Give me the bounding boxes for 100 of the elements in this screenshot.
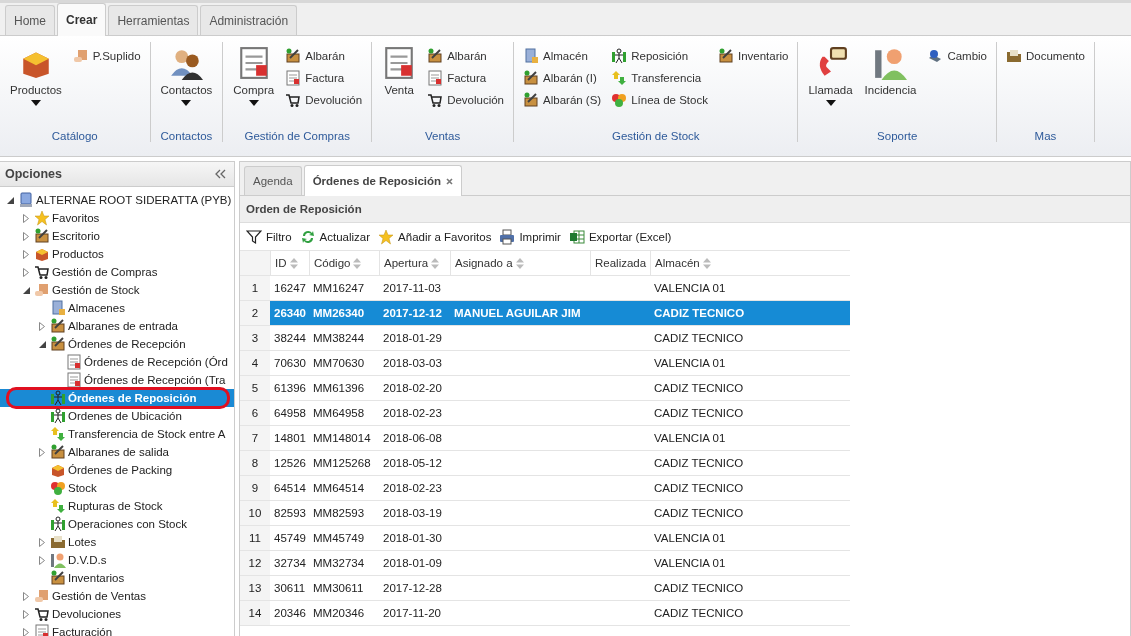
toolbar-button[interactable]: Exportar (Excel) [568,228,672,245]
ribbon-button[interactable]: P.Suplido [70,48,143,64]
tree-item[interactable]: Operaciones con Stock [0,515,234,533]
table-row[interactable]: 61396 MM61396 2018-02-20 CADIZ TECNICO [270,376,850,400]
close-icon[interactable] [446,177,454,185]
tree-item[interactable]: Almacenes [0,299,234,317]
sort-icon[interactable] [702,257,711,269]
content-tab[interactable]: Agenda [244,166,302,195]
column-header[interactable]: Realizada [590,251,650,275]
table-row[interactable]: 82593 MM82593 2018-03-19 CADIZ TECNICO [270,501,850,525]
sort-icon[interactable] [515,257,524,269]
tree-item[interactable]: Devoluciones [0,605,234,623]
tree-item[interactable]: Facturación [0,623,234,636]
collapsed-triangle-icon[interactable] [23,231,29,241]
toolbar-button[interactable]: Imprimir [499,228,561,245]
tree-item[interactable]: Órdenes de Recepción (Órd [0,353,234,371]
ribbon-tab[interactable]: Home [5,5,55,35]
tree-item[interactable]: Ordenes de Ubicación [0,407,234,425]
ribbon-large-button[interactable]: Compra [230,42,278,126]
ribbon-large-button[interactable]: Incidencia [861,42,920,126]
tree-item[interactable]: ALTERNAE ROOT SIDERATTA (PYB) [0,191,234,209]
collapse-button[interactable] [214,169,226,179]
content-tab[interactable]: Órdenes de Reposición [303,165,463,196]
tree-item[interactable]: Gestión de Compras [0,263,234,281]
ribbon-button[interactable]: Transferencia [609,70,710,86]
column-header[interactable]: Asignado a [450,251,590,275]
table-row[interactable]: 45749 MM45749 2018-01-30 VALENCIA 01 [270,526,850,550]
tree-item[interactable]: D.V.D.s [0,551,234,569]
expanded-triangle-icon[interactable] [22,286,30,294]
tree-item[interactable]: Gestión de Stock [0,281,234,299]
ribbon-tab[interactable]: Administración [200,5,298,35]
toolbar-button[interactable]: Actualizar [299,228,371,245]
collapsed-triangle-icon[interactable] [39,555,45,565]
tree-item[interactable]: Órdenes de Recepción (Tra [0,371,234,389]
table-row[interactable]: 12526 MM125268 2018-05-12 CADIZ TECNICO [270,451,850,475]
tree-item[interactable]: Gestión de Ventas [0,587,234,605]
tree-item[interactable]: Inventarios [0,569,234,587]
tree-item[interactable]: Lotes [0,533,234,551]
table-row[interactable]: 26340 MM26340 2017-12-12 MANUEL AGUILAR JIM CADIZ TECNICO [270,301,850,325]
toolbar-button[interactable]: Filtro [246,228,292,245]
expanded-triangle-icon[interactable] [38,340,46,348]
ribbon-button[interactable]: Devolución [283,92,365,108]
tree-item[interactable]: Transferencia de Stock entre A [0,425,234,443]
sort-icon[interactable] [353,257,362,269]
ribbon-button[interactable]: Albarán [425,48,507,64]
tree-item[interactable]: Stock [0,479,234,497]
ribbon-button[interactable]: Factura [425,70,507,86]
column-header[interactable]: Apertura [379,251,450,275]
collapsed-triangle-icon[interactable] [39,447,45,457]
ribbon-button[interactable]: Reposición [609,48,710,64]
ribbon-button[interactable]: Almacén [521,48,604,64]
ribbon-button[interactable]: Cambio [925,48,989,64]
collapsed-triangle-icon[interactable] [23,249,29,259]
tree-item[interactable]: Órdenes de Recepción [0,335,234,353]
ribbon-tab[interactable]: Herramientas [108,5,199,35]
tree-item[interactable]: Rupturas de Stock [0,497,234,515]
table-cell: MM20346 [313,607,365,619]
collapsed-triangle-icon[interactable] [23,609,29,619]
collapsed-triangle-icon[interactable] [23,213,29,223]
table-row[interactable]: 16247 MM16247 2017-11-03 VALENCIA 01 [270,276,850,300]
table-row[interactable]: 70630 MM70630 2018-03-03 VALENCIA 01 [270,351,850,375]
collapsed-triangle-icon[interactable] [39,321,45,331]
table-row[interactable]: 30611 MM30611 2017-12-28 CADIZ TECNICO [270,576,850,600]
ribbon-button[interactable]: Albarán [283,48,365,64]
collapsed-triangle-icon[interactable] [23,267,29,277]
tree-item[interactable]: Albaranes de salida [0,443,234,461]
ribbon-button[interactable]: Devolución [425,92,507,108]
ribbon-tab[interactable]: Crear [57,3,107,36]
ribbon-large-button[interactable]: Venta [379,42,420,126]
ribbon-button[interactable]: Inventario [715,48,791,64]
table-row[interactable]: 20346 MM20346 2017-11-20 CADIZ TECNICO [270,601,850,625]
ribbon-button[interactable]: Factura [283,70,365,86]
sort-icon[interactable] [431,257,440,269]
table-row[interactable]: 64514 MM64514 2018-02-23 CADIZ TECNICO [270,476,850,500]
ribbon-button[interactable]: Albarán (S) [521,92,604,108]
expanded-triangle-icon[interactable] [6,196,14,204]
column-header[interactable]: ID [270,251,309,275]
ribbon-large-button[interactable]: Llamada [805,42,856,126]
ribbon-button[interactable]: Albarán (I) [521,70,604,86]
tree-item[interactable]: Órdenes de Packing [0,461,234,479]
ribbon-button[interactable]: Documento [1004,48,1087,64]
toolbar-button[interactable]: Añadir a Favoritos [378,228,492,245]
ribbon-large-button[interactable]: Productos [7,42,65,126]
collapsed-triangle-icon[interactable] [23,627,29,636]
table-row[interactable]: 32734 MM32734 2018-01-09 VALENCIA 01 [270,551,850,575]
ribbon-large-button[interactable]: Contactos [157,42,216,126]
collapsed-triangle-icon[interactable] [39,537,45,547]
tree-item[interactable]: Órdenes de Reposición [0,389,234,407]
column-header[interactable]: Almacén [650,251,850,275]
table-row[interactable]: 14801 MM148014 2018-06-08 VALENCIA 01 [270,426,850,450]
tree-item[interactable]: Albaranes de entrada [0,317,234,335]
ribbon-button[interactable]: Línea de Stock [609,92,710,108]
collapsed-triangle-icon[interactable] [23,591,29,601]
tree-item[interactable]: Productos [0,245,234,263]
sort-icon[interactable] [289,257,298,269]
table-row[interactable]: 38244 MM38244 2018-01-29 CADIZ TECNICO [270,326,850,350]
tree-item[interactable]: Favoritos [0,209,234,227]
tree-item[interactable]: Escritorio [0,227,234,245]
column-header[interactable]: Código [309,251,379,275]
table-row[interactable]: 64958 MM64958 2018-02-23 CADIZ TECNICO [270,401,850,425]
